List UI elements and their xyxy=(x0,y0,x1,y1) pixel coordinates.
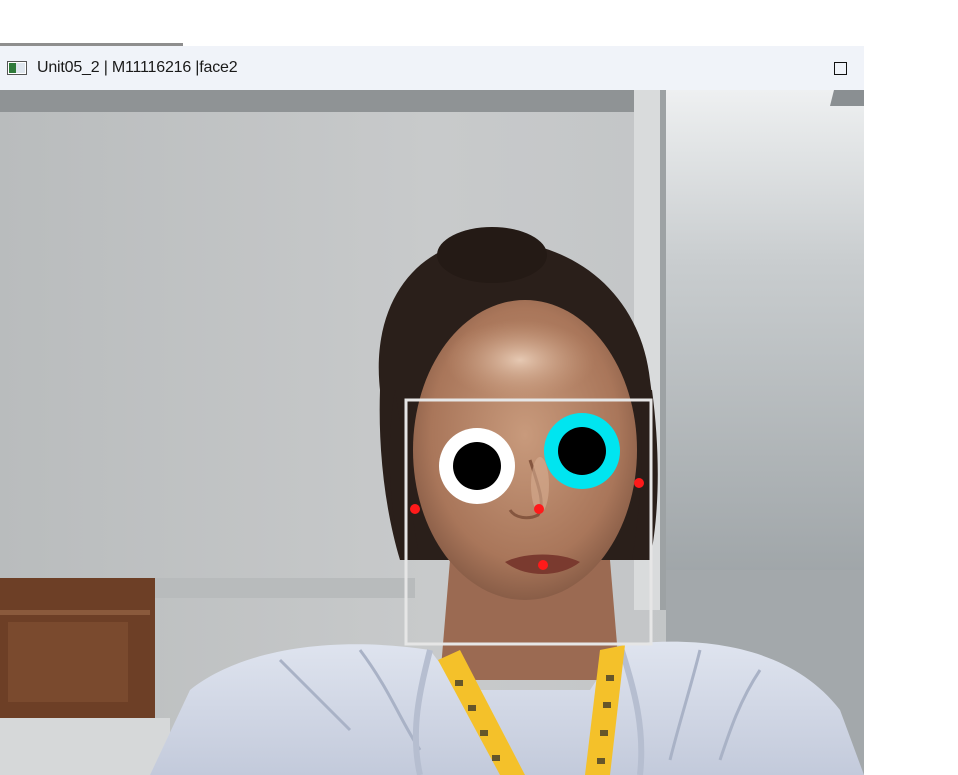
left-eye-pupil xyxy=(453,442,501,490)
landmark-mouth xyxy=(538,560,548,570)
landmark-right-cheek xyxy=(634,478,644,488)
window-title: Unit05_2 | M11116216 |face2 xyxy=(37,59,238,76)
bright-panel xyxy=(660,90,864,580)
landmark-nose xyxy=(534,504,544,514)
camera-feed xyxy=(0,90,864,775)
landmark-left-cheek xyxy=(410,504,420,514)
right-eye-pupil xyxy=(558,427,606,475)
maximize-button[interactable] xyxy=(820,54,860,82)
ceiling xyxy=(0,90,640,112)
title-bar[interactable]: Unit05_2 | M11116216 |face2 xyxy=(0,46,864,90)
app-icon xyxy=(7,61,27,75)
maximize-icon xyxy=(833,61,847,75)
ceiling-corner xyxy=(830,90,864,106)
desktop: Unit05_2 | M11116216 |face2 xyxy=(0,0,958,775)
app-window: Unit05_2 | M11116216 |face2 xyxy=(0,46,864,775)
